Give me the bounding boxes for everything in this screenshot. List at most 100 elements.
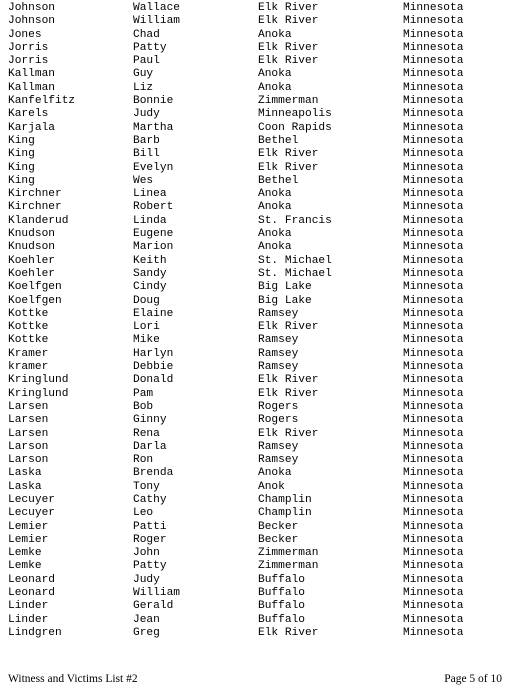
first-name-cell: Robert [133,201,174,214]
last-name-cell: Lindgren [8,626,62,639]
list-row: King Barb Bethel Minnesota [0,135,530,148]
last-name-cell: Jones [8,28,42,41]
last-name-cell: Laska [8,480,42,493]
first-name-cell: William [133,15,180,28]
list-row: Jones Chad Anoka Minnesota [0,29,530,42]
first-name-cell: Tony [133,480,160,493]
city-cell: Anoka [258,81,292,94]
state-cell: Minnesota [403,188,464,201]
first-name-cell: Rena [133,427,160,440]
list-row: Kringlund Donald Elk River Minnesota [0,374,530,387]
city-cell: Big Lake [258,294,312,307]
city-cell: Buffalo [258,587,305,600]
first-name-cell: Ron [133,454,154,467]
last-name-cell: Larsen [8,427,49,440]
city-cell: Anoka [258,228,292,241]
city-cell: Ramsey [258,334,299,347]
list-row: Koehler Sandy St. Michael Minnesota [0,268,530,281]
city-cell: Buffalo [258,600,305,613]
list-row: Lecuyer Cathy Champlin Minnesota [0,494,530,507]
last-name-cell: Koehler [8,254,55,267]
list-row: Linder Gerald Buffalo Minnesota [0,600,530,613]
list-row: Kottke Lori Elk River Minnesota [0,321,530,334]
last-name-cell: Klanderud [8,214,69,227]
city-cell: Ramsey [258,454,299,467]
state-cell: Minnesota [403,467,464,480]
city-cell: Elk River [258,374,319,387]
state-cell: Minnesota [403,454,464,467]
first-name-cell: Wallace [133,2,180,14]
city-cell: Elk River [258,321,319,334]
first-name-cell: Bill [133,148,160,161]
state-cell: Minnesota [403,347,464,360]
first-name-cell: Wes [133,174,154,187]
state-cell: Minnesota [403,334,464,347]
last-name-cell: Kottke [8,334,49,347]
list-row: Karels Judy Minneapolis Minnesota [0,108,530,121]
state-cell: Minnesota [403,400,464,413]
city-cell: St. Michael [258,254,332,267]
city-cell: Ramsey [258,361,299,374]
last-name-cell: Koelfgen [8,281,62,294]
list-row: Kallman Guy Anoka Minnesota [0,68,530,81]
city-cell: Elk River [258,148,319,161]
state-cell: Minnesota [403,533,464,546]
list-row: Larsen Bob Rogers Minnesota [0,401,530,414]
last-name-cell: Johnson [8,15,55,28]
first-name-cell: John [133,547,160,560]
last-name-cell: Larson [8,454,49,467]
state-cell: Minnesota [403,387,464,400]
list-row: Leonard Judy Buffalo Minnesota [0,574,530,587]
list-row: Koehler Keith St. Michael Minnesota [0,255,530,268]
list-row: Klanderud Linda St. Francis Minnesota [0,215,530,228]
first-name-cell: Gerald [133,600,174,613]
last-name-cell: Larsen [8,400,49,413]
state-cell: Minnesota [403,321,464,334]
city-cell: Anoka [258,201,292,214]
city-cell: Elk River [258,626,319,639]
first-name-cell: Judy [133,573,160,586]
city-cell: Anoka [258,467,292,480]
first-name-cell: Ginny [133,414,167,427]
last-name-cell: Karels [8,108,49,121]
state-cell: Minnesota [403,267,464,280]
city-cell: Rogers [258,414,299,427]
first-name-cell: Brenda [133,467,174,480]
state-cell: Minnesota [403,55,464,68]
first-name-cell: Liz [133,81,154,94]
city-cell: Champlin [258,507,312,520]
list-row: Jorris Paul Elk River Minnesota [0,55,530,68]
city-cell: Anoka [258,241,292,254]
city-cell: Elk River [258,41,319,54]
state-cell: Minnesota [403,307,464,320]
list-row: Koelfgen Cindy Big Lake Minnesota [0,281,530,294]
first-name-cell: Harlyn [133,347,174,360]
last-name-cell: Johnson [8,2,55,14]
first-name-cell: Paul [133,55,160,68]
list-row: King Bill Elk River Minnesota [0,148,530,161]
list-row: Linder Jean Buffalo Minnesota [0,614,530,627]
last-name-cell: Kirchner [8,201,62,214]
first-name-cell: Patty [133,41,167,54]
first-name-cell: Linda [133,214,167,227]
city-cell: Anoka [258,68,292,81]
last-name-cell: King [8,161,35,174]
list-row: Larsen Rena Elk River Minnesota [0,428,530,441]
first-name-cell: Doug [133,294,160,307]
page-number: Page 5 of 10 [444,673,502,685]
state-cell: Minnesota [403,68,464,81]
list-row: Karjala Martha Coon Rapids Minnesota [0,122,530,135]
state-cell: Minnesota [403,587,464,600]
state-cell: Minnesota [403,254,464,267]
list-row: Lecuyer Leo Champlin Minnesota [0,507,530,520]
first-name-cell: Patty [133,560,167,573]
first-name-cell: Patti [133,520,167,533]
list-row: kramer Debbie Ramsey Minnesota [0,361,530,374]
city-cell: Zimmerman [258,560,319,573]
list-row: Knudson Eugene Anoka Minnesota [0,228,530,241]
last-name-cell: Koehler [8,267,55,280]
last-name-cell: King [8,148,35,161]
last-name-cell: Jorris [8,41,49,54]
state-cell: Minnesota [403,427,464,440]
list-row: Leonard William Buffalo Minnesota [0,587,530,600]
